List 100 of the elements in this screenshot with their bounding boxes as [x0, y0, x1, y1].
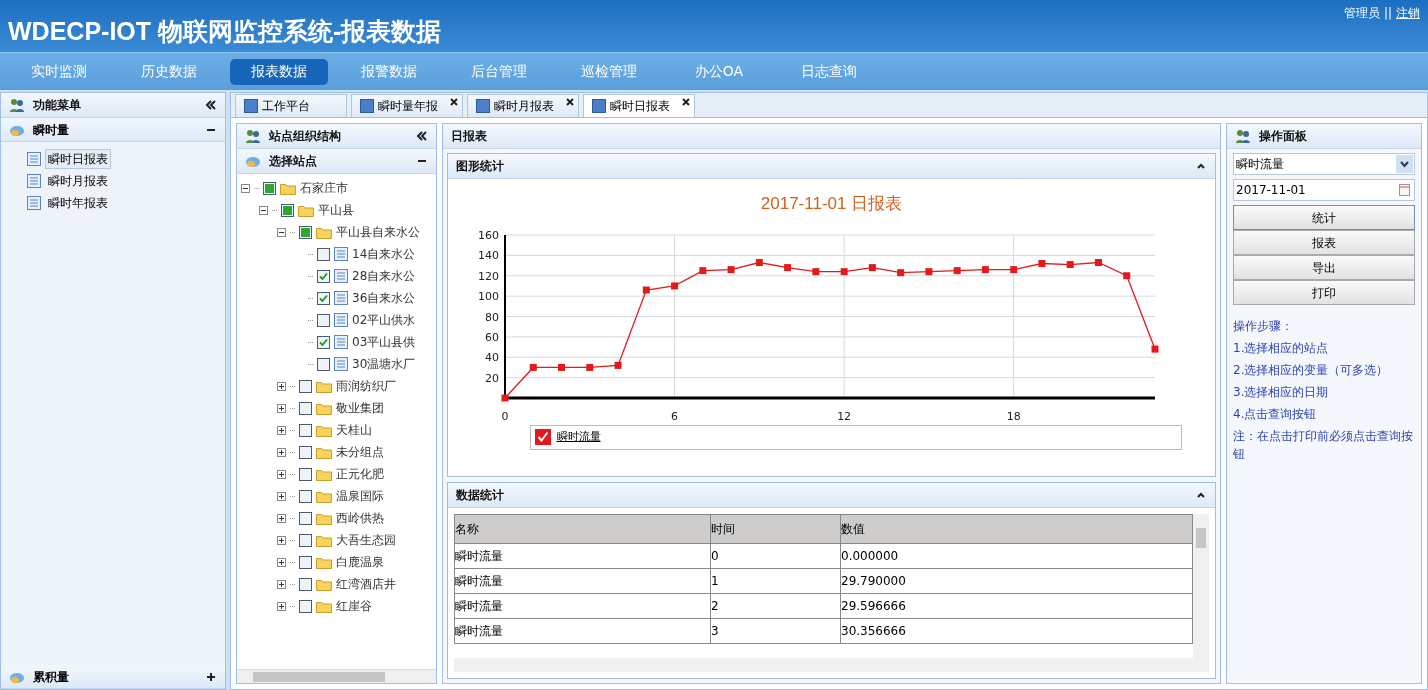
tree-node-label[interactable]: 36自来水公: [352, 289, 416, 307]
panel-title: 日报表: [451, 128, 488, 145]
expand-icon[interactable]: [277, 447, 286, 457]
checkbox[interactable]: [317, 313, 330, 327]
tree-node-label[interactable]: 正元化肥: [336, 465, 384, 483]
legend-checkbox[interactable]: [534, 429, 551, 445]
checkbox[interactable]: [299, 379, 312, 393]
collapse-icon[interactable]: [277, 227, 286, 237]
tree-node-label[interactable]: 天桂山: [336, 421, 372, 439]
checkbox[interactable]: [299, 577, 312, 591]
document-icon: [27, 152, 41, 166]
tree-node-label[interactable]: 未分组点: [336, 443, 384, 461]
close-icon[interactable]: [448, 96, 460, 108]
checkbox[interactable]: [317, 247, 330, 261]
checkbox[interactable]: [299, 423, 312, 437]
collapse-icon[interactable]: [241, 183, 250, 193]
data-point: [953, 266, 961, 274]
date-field[interactable]: 2017-11-01: [1233, 179, 1415, 201]
plus-icon[interactable]: [205, 670, 217, 683]
tree-node-label[interactable]: 白鹿温泉: [336, 553, 384, 571]
section-header[interactable]: 瞬时量: [1, 118, 225, 142]
expand-icon[interactable]: [277, 381, 286, 391]
tree-node-label[interactable]: 28自来水公: [352, 267, 416, 285]
nav-tab[interactable]: 报表数据: [230, 58, 328, 85]
tree-node-label[interactable]: 02平山供水: [352, 311, 416, 329]
expand-icon[interactable]: [277, 557, 286, 567]
page-tab[interactable]: 瞬时月报表: [467, 94, 579, 117]
checkbox[interactable]: [317, 357, 330, 371]
tree-node-label[interactable]: 03平山县供: [352, 333, 416, 351]
tab-label: 瞬时量年报: [378, 98, 438, 115]
document-icon: [334, 291, 348, 305]
menu-item[interactable]: 瞬时月报表: [45, 171, 111, 191]
checkbox[interactable]: [299, 401, 312, 415]
checkbox[interactable]: [317, 291, 330, 305]
action-button[interactable]: 导出: [1233, 255, 1415, 280]
tree-node-label[interactable]: 石家庄市: [300, 179, 348, 197]
y-tick-label: 140: [477, 248, 499, 262]
folder-icon: [316, 489, 332, 503]
legend-label[interactable]: 瞬时流量: [556, 428, 601, 446]
tree-node-label[interactable]: 温泉国际: [336, 487, 384, 505]
tree-node-label[interactable]: 敬业集团: [336, 399, 384, 417]
checkbox[interactable]: [281, 203, 294, 217]
checkbox[interactable]: [299, 225, 312, 239]
tree-node-label[interactable]: 雨润纺织厂: [336, 377, 396, 395]
collapse-icon[interactable]: [259, 205, 268, 215]
checkbox[interactable]: [299, 533, 312, 547]
collapse-left-icon[interactable]: [205, 99, 217, 111]
menu-item[interactable]: 瞬时日报表: [45, 149, 111, 169]
tree-node-label[interactable]: 大吾生态园: [336, 531, 396, 549]
expand-icon[interactable]: [277, 513, 286, 523]
folder-icon: [316, 511, 332, 525]
checkbox[interactable]: [299, 511, 312, 525]
folder-icon: [316, 599, 332, 613]
document-icon: [334, 269, 348, 283]
calendar-icon[interactable]: [1399, 184, 1410, 196]
tree-node-label[interactable]: 平山县: [318, 201, 354, 219]
tree-node-label[interactable]: 西岭供热: [336, 509, 384, 527]
action-button[interactable]: 打印: [1233, 280, 1415, 305]
horizontal-scrollbar[interactable]: [237, 669, 436, 683]
vertical-scrollbar[interactable]: [1193, 513, 1209, 672]
checkbox[interactable]: [299, 599, 312, 613]
section-header[interactable]: 累积量: [1, 665, 225, 689]
tree-node-label[interactable]: 14自来水公: [352, 245, 416, 263]
expand-icon[interactable]: [277, 403, 286, 413]
tree-node-label[interactable]: 红崖谷: [336, 597, 372, 615]
checkbox[interactable]: [317, 335, 330, 349]
tree-node-label[interactable]: 30温塘水厂: [352, 355, 416, 373]
checkbox[interactable]: [299, 445, 312, 459]
close-icon[interactable]: [680, 96, 692, 108]
table-cell: 0: [710, 543, 841, 568]
checkbox[interactable]: [263, 181, 276, 195]
expand-icon[interactable]: [277, 469, 286, 479]
tree-node-label[interactable]: 平山县自来水公: [336, 223, 420, 241]
menu-item[interactable]: 瞬时年报表: [45, 193, 111, 213]
expand-icon[interactable]: [277, 425, 286, 435]
page-tab[interactable]: 瞬时量年报: [351, 94, 463, 117]
checkbox[interactable]: [299, 489, 312, 503]
variable-select[interactable]: 瞬时流量: [1233, 153, 1415, 175]
close-icon[interactable]: [564, 96, 576, 108]
section-title: 瞬时量: [33, 121, 70, 139]
expand-icon[interactable]: [277, 579, 286, 589]
data-point: [614, 361, 622, 369]
expand-icon[interactable]: [277, 601, 286, 611]
checkbox[interactable]: [317, 269, 330, 283]
collapse-left-icon[interactable]: [416, 130, 428, 142]
expand-icon[interactable]: [277, 535, 286, 545]
checkbox[interactable]: [299, 467, 312, 481]
x-tick-label: 0: [501, 409, 508, 423]
logout-link[interactable]: 注销: [1396, 4, 1420, 22]
data-point: [755, 258, 763, 266]
document-icon: [334, 313, 348, 327]
action-button[interactable]: 统计: [1233, 205, 1415, 230]
table-cell: 0.000000: [840, 543, 1193, 568]
table-cell: 瞬时流量: [454, 618, 711, 643]
action-button[interactable]: 报表: [1233, 230, 1415, 255]
page-tab[interactable]: 瞬时日报表: [583, 94, 695, 117]
page-tab[interactable]: 工作平台: [235, 94, 347, 117]
tree-node-label[interactable]: 红湾酒店井: [336, 575, 396, 593]
checkbox[interactable]: [299, 555, 312, 569]
expand-icon[interactable]: [277, 491, 286, 501]
